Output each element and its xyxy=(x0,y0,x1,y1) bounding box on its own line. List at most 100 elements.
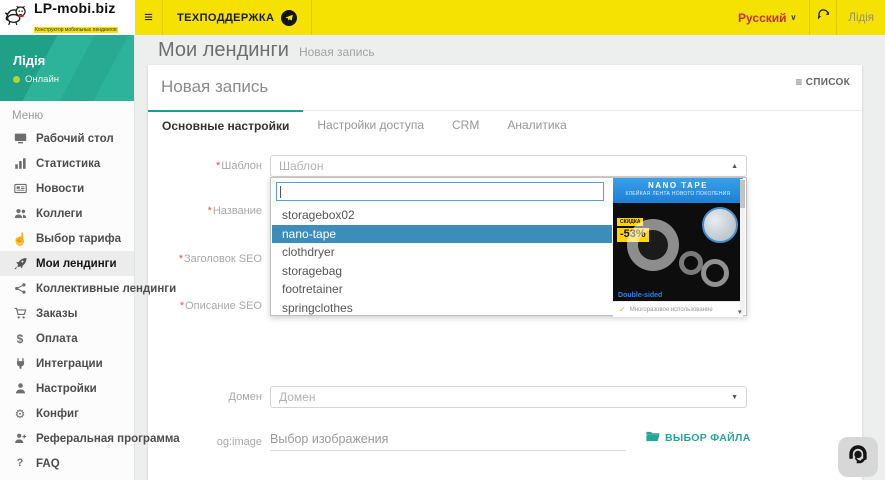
tape-roll-large xyxy=(627,219,679,271)
template-preview-image: NANO TAPE КЛЕЙКАЯ ЛЕНТА НОВОГО ПОКОЛЕНИЯ… xyxy=(613,178,743,317)
desktop-icon xyxy=(12,132,28,145)
preview-title: NANO TAPE xyxy=(613,181,743,190)
list-icon: ≡ xyxy=(795,75,802,89)
dropdown-option[interactable]: springclothes xyxy=(272,299,612,318)
dog-logo-icon xyxy=(5,3,31,32)
template-select[interactable]: Шаблон ▲ xyxy=(270,155,747,177)
user-menu[interactable]: Лідія xyxy=(837,0,885,35)
name-label: *Название xyxy=(148,205,262,217)
sidebar-toggle-button[interactable]: ≡ xyxy=(135,0,163,35)
tab-main-settings[interactable]: Основные настройки xyxy=(148,110,303,140)
template-label: *Шаблон xyxy=(148,160,262,172)
sidebar: Лідія Онлайн Меню Рабочий стол Статистик… xyxy=(0,35,135,480)
scroll-down-icon: ▾ xyxy=(738,308,742,316)
sidebar-item-collective-landings[interactable]: Коллективные лендинги xyxy=(0,276,134,301)
user-icon xyxy=(12,382,28,395)
sidebar-item-news[interactable]: Новости xyxy=(0,176,134,201)
text-cursor xyxy=(280,186,281,198)
dropdown-options: storagebox02 nano-tape clothdryer storag… xyxy=(272,206,612,317)
new-record-card: Новая запись ≡ СПИСОК Основные настройки… xyxy=(148,65,862,480)
dollar-icon: $ xyxy=(12,333,28,345)
menu-section-label: Меню xyxy=(0,101,134,126)
preview-product-image: СКИДКА -53% Double-sided xyxy=(613,203,743,301)
folder-icon xyxy=(646,431,660,445)
app-logo[interactable]: LP-mobi.biz Конструктор мобильных лендин… xyxy=(0,0,135,35)
logo-title: LP-mobi.biz xyxy=(34,0,116,16)
domain-label: Домен xyxy=(148,391,262,403)
template-dropdown: storagebox02 nano-tape clothdryer storag… xyxy=(270,177,747,316)
refresh-button[interactable] xyxy=(810,0,836,35)
bar-chart-icon xyxy=(12,157,28,170)
list-view-button[interactable]: ≡ СПИСОК xyxy=(795,75,850,89)
sidebar-item-colleagues[interactable]: Коллеги xyxy=(0,201,134,226)
sidebar-item-dashboard[interactable]: Рабочий стол xyxy=(0,126,134,151)
support-label: ТЕХПОДДЕРЖКА xyxy=(177,12,274,24)
tab-access-settings[interactable]: Настройки доступа xyxy=(303,111,438,140)
newspaper-icon xyxy=(12,182,28,195)
dropdown-option[interactable]: storagebox02 xyxy=(272,206,612,225)
share-icon xyxy=(12,282,28,295)
sidebar-user-panel: Лідія Онлайн xyxy=(0,35,134,101)
dropdown-option[interactable]: footretainer xyxy=(272,280,612,299)
seo-description-label: *Описание SEO xyxy=(148,300,262,312)
users-icon xyxy=(12,207,28,220)
question-icon: ? xyxy=(12,458,28,469)
tape-roll-small xyxy=(679,251,703,275)
preview-feature-row: ✓ Многоразовое использование xyxy=(613,301,743,317)
dropdown-option[interactable]: clothdryer xyxy=(272,243,612,262)
refresh-icon xyxy=(817,9,830,27)
page-title: Мои лендинги xyxy=(158,39,289,62)
plug-icon xyxy=(12,357,28,370)
support-link[interactable]: ТЕХПОДДЕРЖКА xyxy=(163,0,312,35)
cart-icon xyxy=(12,307,28,320)
tab-analytics[interactable]: Аналитика xyxy=(493,111,580,140)
sidebar-menu: Рабочий стол Статистика Новости Коллеги … xyxy=(0,126,134,476)
gears-icon: ⚙ xyxy=(12,408,28,420)
dropdown-search-input[interactable] xyxy=(276,182,604,201)
hand-pointer-icon: ☝ xyxy=(12,233,28,245)
card-title: Новая запись xyxy=(161,77,268,97)
support-chat-button[interactable] xyxy=(838,437,878,477)
sidebar-item-settings[interactable]: Настройки xyxy=(0,376,134,401)
sidebar-item-config[interactable]: ⚙ Конфиг xyxy=(0,401,134,426)
language-label: Русский xyxy=(738,11,787,25)
scrollbar-thumb[interactable] xyxy=(740,180,745,208)
user-plus-icon xyxy=(12,432,28,445)
sidebar-item-referral[interactable]: Реферальная программа xyxy=(0,426,134,451)
seo-title-label: *Заголовок SEO xyxy=(148,253,262,265)
logo-subtitle: Конструктор мобильных лендингов xyxy=(34,27,118,33)
sidebar-item-payment[interactable]: $ Оплата xyxy=(0,326,134,351)
online-status-label: Онлайн xyxy=(25,74,59,85)
preview-header: NANO TAPE КЛЕЙКАЯ ЛЕНТА НОВОГО ПОКОЛЕНИЯ xyxy=(613,178,743,203)
sidebar-item-tariff[interactable]: ☝ Выбор тарифа xyxy=(0,226,134,251)
top-bar: LP-mobi.biz Конструктор мобильных лендин… xyxy=(0,0,885,35)
sidebar-item-integrations[interactable]: Интеграции xyxy=(0,351,134,376)
domain-select[interactable]: Домен ▼ xyxy=(270,386,747,408)
sidebar-item-statistics[interactable]: Статистика xyxy=(0,151,134,176)
sidebar-user-name: Лідія xyxy=(13,53,134,68)
check-icon: ✓ xyxy=(619,305,626,314)
tab-crm[interactable]: CRM xyxy=(438,111,493,140)
breadcrumb: Новая запись xyxy=(299,45,375,59)
preview-subtitle: КЛЕЙКАЯ ЛЕНТА НОВОГО ПОКОЛЕНИЯ xyxy=(613,191,743,197)
dropdown-option-selected[interactable]: nano-tape xyxy=(272,225,612,244)
headset-icon xyxy=(845,442,871,473)
sidebar-item-faq[interactable]: ? FAQ xyxy=(0,451,134,476)
dropdown-option[interactable]: storagebag xyxy=(272,262,612,281)
sidebar-item-orders[interactable]: Заказы xyxy=(0,301,134,326)
sidebar-item-my-landings[interactable]: Мои лендинги xyxy=(0,251,134,276)
preview-caption: Double-sided xyxy=(618,292,662,299)
telegram-icon xyxy=(281,10,297,26)
og-image-input[interactable] xyxy=(270,427,626,451)
dropdown-scrollbar[interactable]: ▾ xyxy=(740,179,745,314)
choose-file-button[interactable]: ВЫБОР ФАЙЛА xyxy=(646,431,751,445)
language-selector[interactable]: Русский ∨ xyxy=(725,0,809,35)
caret-down-icon: ▼ xyxy=(731,394,738,401)
form-tabs: Основные настройки Настройки доступа CRM… xyxy=(148,110,862,140)
chevron-down-icon: ∨ xyxy=(791,13,797,22)
rocket-icon xyxy=(12,257,28,270)
tape-roll-small xyxy=(701,259,729,287)
hamburger-icon: ≡ xyxy=(144,9,153,26)
online-status-dot xyxy=(13,76,20,83)
caret-up-icon: ▲ xyxy=(731,163,738,170)
